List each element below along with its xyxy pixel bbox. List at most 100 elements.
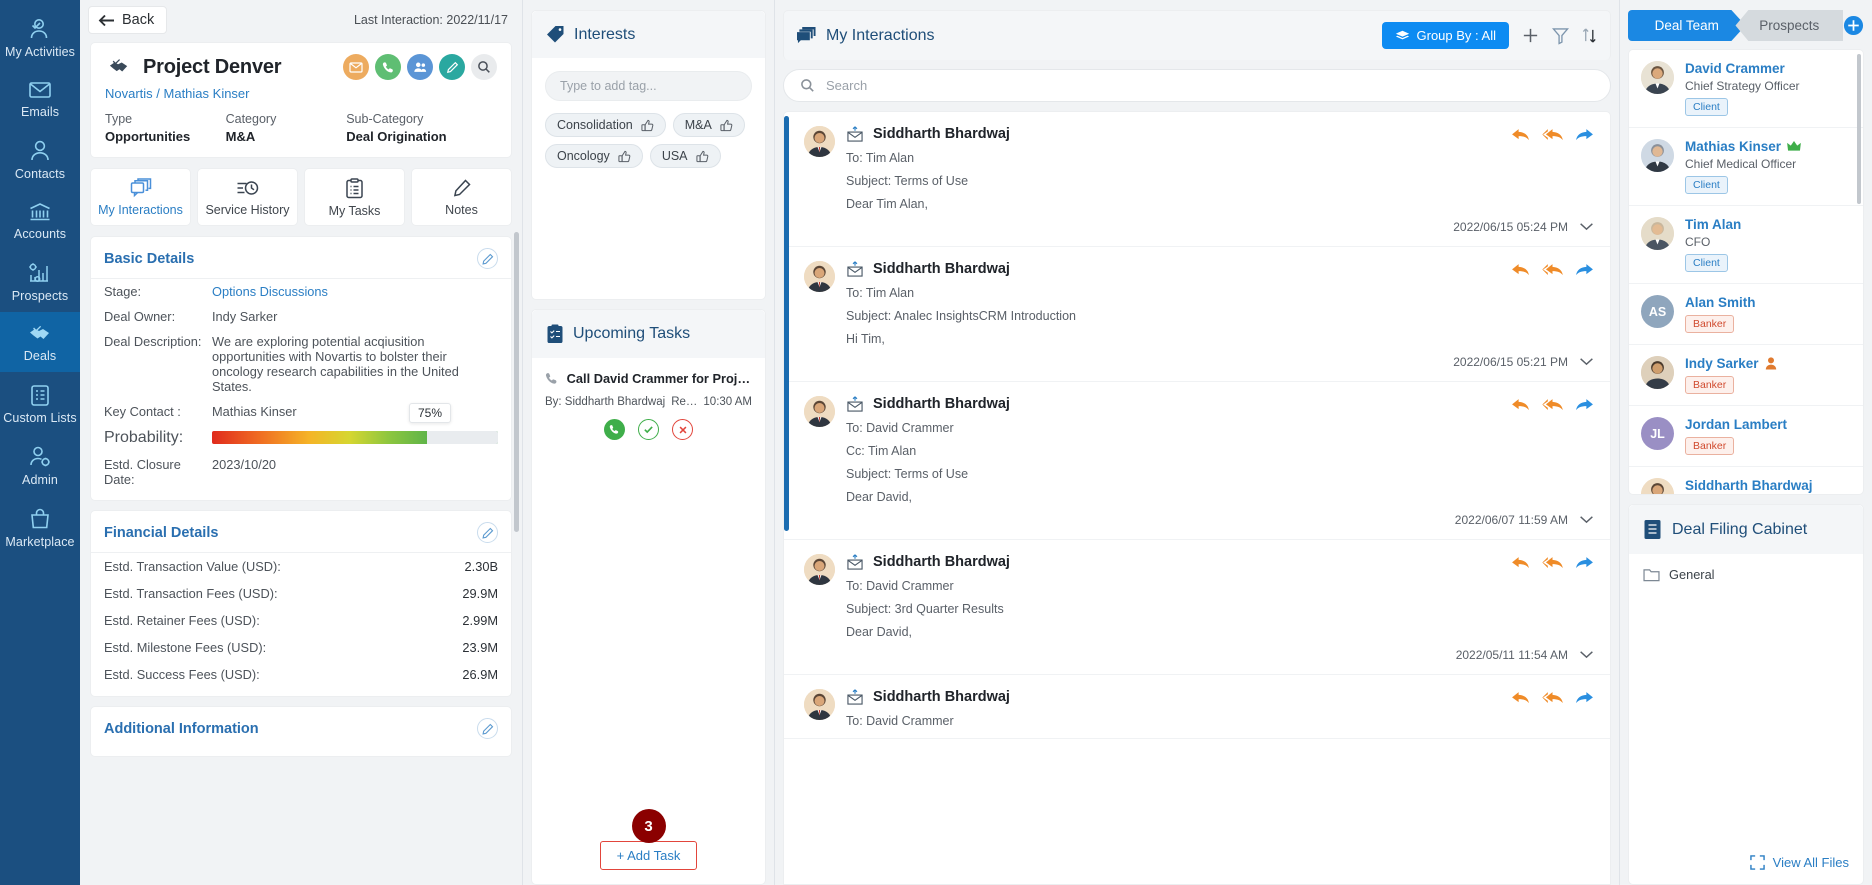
tag-item[interactable]: Oncology <box>545 144 643 168</box>
reply-all-button[interactable] <box>1542 397 1563 412</box>
deal-subtitle[interactable]: Novartis / Mathias Kinser <box>105 86 497 101</box>
sidebar-item-contacts[interactable]: Contacts <box>0 128 80 190</box>
add-task-button[interactable]: + Add Task <box>599 841 698 870</box>
reply-icon <box>1512 128 1529 140</box>
note-action-button[interactable] <box>439 54 465 80</box>
task-call-button[interactable] <box>604 419 625 440</box>
view-all-files-button[interactable]: View All Files <box>1629 841 1863 884</box>
email-action-button[interactable] <box>343 54 369 80</box>
financial-row: Estd. Retainer Fees (USD): 2.99M <box>91 607 511 634</box>
financial-row: Estd. Milestone Fees (USD): 23.9M <box>91 634 511 661</box>
sidebar-item-custom-lists[interactable]: Custom Lists <box>0 372 80 434</box>
task-complete-button[interactable] <box>638 419 659 440</box>
add-circle-icon <box>1843 15 1864 36</box>
tag-item[interactable]: Consolidation <box>545 113 666 137</box>
group-by-button[interactable]: Group By : All <box>1381 22 1509 49</box>
section-title: Additional Information <box>104 720 259 737</box>
filter-button[interactable] <box>1552 27 1569 45</box>
tab-my-interactions[interactable]: My Interactions <box>90 168 191 226</box>
edit-financial-details-button[interactable] <box>477 522 498 543</box>
member-name[interactable]: Tim Alan <box>1685 217 1741 232</box>
member-name[interactable]: Siddharth Bhardwaj <box>1685 478 1813 493</box>
sidebar-item-accounts[interactable]: Accounts <box>0 190 80 250</box>
tab-prospects[interactable]: Prospects <box>1735 10 1843 41</box>
sidebar-item-deals[interactable]: Deals <box>0 312 80 372</box>
interaction-to: To: Tim Alan <box>846 151 915 165</box>
clipboard-icon <box>346 178 363 199</box>
tab-my-tasks[interactable]: My Tasks <box>304 168 405 226</box>
team-member[interactable]: AS Alan Smith Banker <box>1629 284 1863 345</box>
add-interaction-button[interactable] <box>1521 26 1540 45</box>
sidebar-item-my-activities[interactable]: My Activities <box>0 6 80 68</box>
tab-service-history[interactable]: Service History <box>197 168 298 226</box>
expand-button[interactable] <box>1579 511 1594 529</box>
call-action-button[interactable] <box>375 54 401 80</box>
reply-all-button[interactable] <box>1542 690 1563 705</box>
interaction-card[interactable]: Siddharth Bhardwaj <box>784 675 1610 739</box>
reply-button[interactable] <box>1511 555 1530 570</box>
sidebar-item-admin[interactable]: Admin <box>0 434 80 496</box>
tab-label: Service History <box>205 203 290 217</box>
meeting-action-button[interactable] <box>407 54 433 80</box>
reply-all-button[interactable] <box>1542 127 1563 142</box>
sort-button[interactable] <box>1581 26 1598 45</box>
member-name[interactable]: Jordan Lambert <box>1685 417 1787 432</box>
forward-button[interactable] <box>1575 397 1594 412</box>
interaction-card[interactable]: Siddharth Bhardwaj <box>784 540 1610 675</box>
sidebar-item-marketplace[interactable]: Marketplace <box>0 496 80 558</box>
reply-button[interactable] <box>1511 262 1530 277</box>
member-name[interactable]: Mathias Kinser <box>1685 139 1781 154</box>
tag-item[interactable]: M&A <box>672 113 745 137</box>
detail-scrollbar[interactable] <box>514 232 519 532</box>
forward-button[interactable] <box>1575 555 1594 570</box>
folder-label: General <box>1669 567 1715 582</box>
panel-title: Interests <box>574 25 636 43</box>
member-name[interactable]: David Crammer <box>1685 61 1785 76</box>
expand-button[interactable] <box>1579 646 1594 664</box>
expand-button[interactable] <box>1579 353 1594 371</box>
edit-additional-info-button[interactable] <box>477 718 498 739</box>
search-action-button[interactable] <box>471 54 497 80</box>
team-member[interactable]: Siddharth Bhardwaj <box>1629 467 1863 494</box>
forward-button[interactable] <box>1575 690 1594 705</box>
tag-input[interactable]: Type to add tag... <box>545 71 752 101</box>
search-input[interactable]: Search <box>826 78 867 93</box>
sidebar-label: Custom Lists <box>3 411 77 425</box>
sidebar-item-prospects[interactable]: Prospects <box>0 250 80 312</box>
interaction-card[interactable]: Siddharth Bhardwaj <box>784 112 1610 247</box>
back-button[interactable]: Back <box>88 6 168 34</box>
forward-button[interactable] <box>1575 127 1594 142</box>
history-icon <box>237 181 258 195</box>
interaction-card[interactable]: Siddharth Bhardwaj <box>784 247 1610 382</box>
team-member[interactable]: JL Jordan Lambert Banker <box>1629 406 1863 467</box>
team-scrollbar[interactable] <box>1857 54 1861 204</box>
task-item[interactable]: Call David Crammer for Project ... By: S… <box>532 358 765 440</box>
team-member[interactable]: Indy Sarker Banker <box>1629 345 1863 406</box>
reply-all-button[interactable] <box>1542 262 1563 277</box>
reply-button[interactable] <box>1511 127 1530 142</box>
sidebar-item-emails[interactable]: Emails <box>0 68 80 128</box>
member-name[interactable]: Indy Sarker <box>1685 356 1759 371</box>
team-member[interactable]: David Crammer Chief Strategy Officer Cli… <box>1629 50 1863 128</box>
interaction-card[interactable]: Siddharth Bhardwaj <box>784 382 1610 540</box>
tab-deal-team[interactable]: Deal Team <box>1628 10 1746 41</box>
team-member[interactable]: Tim Alan CFO Client <box>1629 206 1863 284</box>
envelope-icon <box>29 82 51 98</box>
edit-basic-details-button[interactable] <box>477 248 498 269</box>
interactions-scrollbar[interactable] <box>784 116 789 531</box>
row-value[interactable]: Options Discussions <box>212 284 498 299</box>
row-value: 2.99M <box>462 613 498 628</box>
tag-item[interactable]: USA <box>649 144 721 168</box>
reply-button[interactable] <box>1511 690 1530 705</box>
forward-button[interactable] <box>1575 262 1594 277</box>
team-member[interactable]: Mathias Kinser Chief Medical Officer Cli… <box>1629 128 1863 206</box>
expand-button[interactable] <box>1579 218 1594 236</box>
reply-button[interactable] <box>1511 397 1530 412</box>
interactions-search-bar[interactable]: Search <box>783 69 1611 102</box>
folder-item-general[interactable]: General <box>1629 554 1863 595</box>
task-cancel-button[interactable] <box>672 419 693 440</box>
member-name[interactable]: Alan Smith <box>1685 295 1756 310</box>
reply-all-button[interactable] <box>1542 555 1563 570</box>
tab-notes[interactable]: Notes <box>411 168 512 226</box>
add-team-member-button[interactable] <box>1843 15 1864 36</box>
